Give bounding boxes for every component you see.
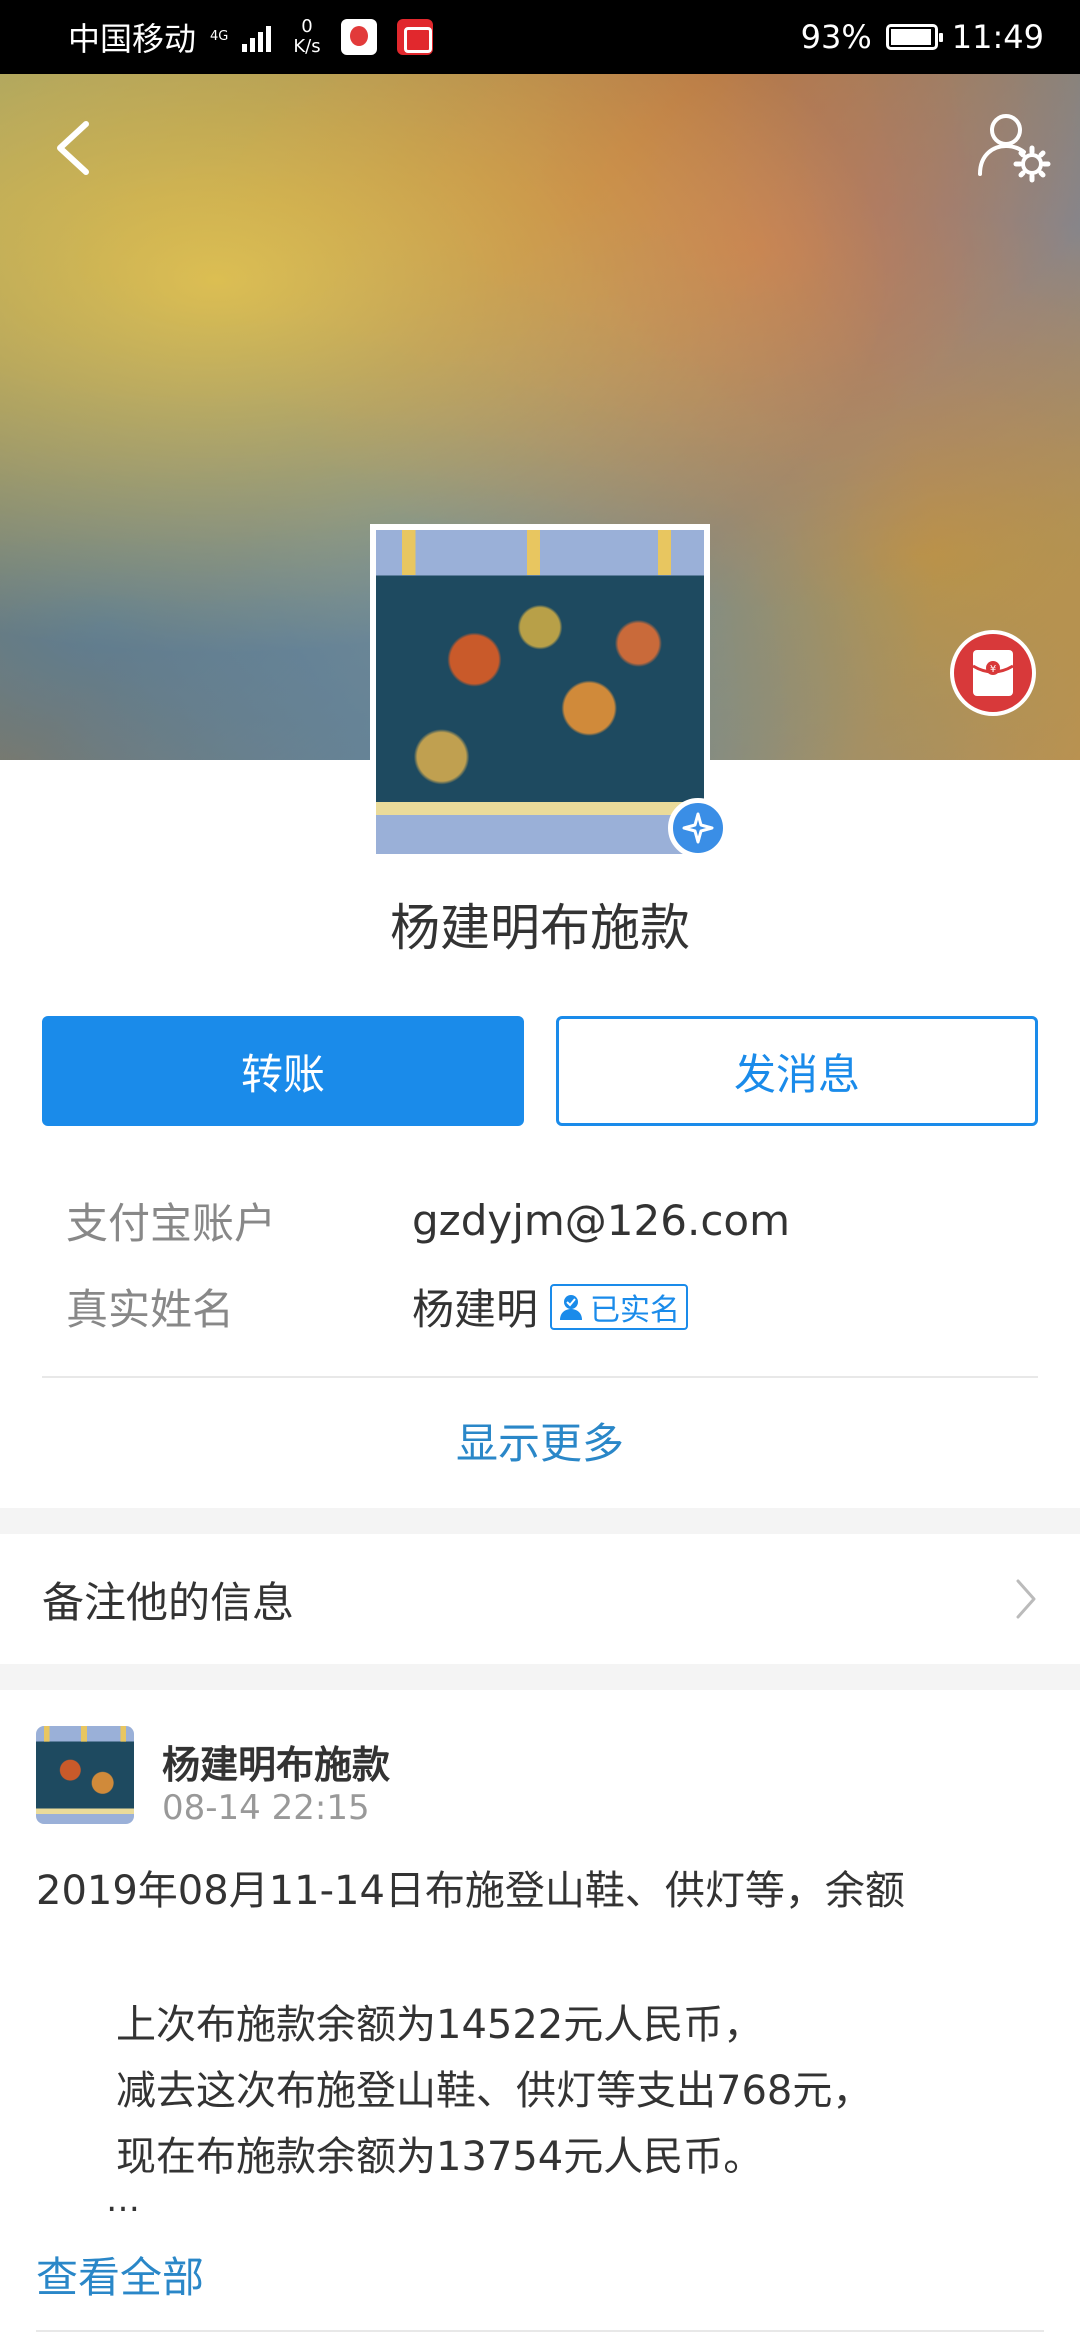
account-label: 支付宝账户 (66, 1199, 277, 1248)
profile-name: 杨建明布施款 (390, 899, 690, 957)
remark-info-row[interactable]: 备注他的信息 (0, 1534, 1080, 1664)
show-more-link[interactable]: 显示更多 (0, 1410, 1080, 1471)
clock: 11:49 (951, 18, 1044, 56)
network-type: 4G (210, 30, 228, 44)
verified-person-icon (560, 1294, 583, 1320)
account-row: 支付宝账户 gzdyjm@126.com (66, 1190, 1026, 1251)
user-settings-icon (978, 114, 1051, 183)
signal-icon (242, 22, 272, 52)
realname-label: 真实姓名 (66, 1285, 235, 1334)
post-divider (36, 2330, 1044, 2332)
chevron-left-icon (57, 121, 89, 175)
speed-unit: K/s (293, 36, 321, 57)
post-line: 减去这次布施登山鞋、供灯等支出768元， (116, 2068, 873, 2114)
transfer-button[interactable]: 转账 (42, 1016, 524, 1126)
status-bar: 中国移动 4G 0 K/s 93% 11:49 (0, 0, 1080, 74)
send-message-button[interactable]: 发消息 (556, 1016, 1038, 1126)
post-ellipsis: … (106, 2180, 140, 2220)
life-post-card[interactable]: 杨建明布施款 08-14 22:15 2019年08月11-14日布施登山鞋、供… (0, 1690, 1080, 2340)
battery-percent: 93% (800, 18, 872, 56)
status-left: 中国移动 4G 0 K/s (68, 14, 433, 60)
post-time: 08-14 22:15 (162, 1788, 370, 1828)
battery-icon (885, 24, 943, 50)
chevron-right-icon (1016, 1579, 1036, 1619)
post-body: 上次布施款余额为14522元人民币， 减去这次布施登山鞋、供灯等支出768元， … (116, 1992, 872, 2190)
realname-row: 真实姓名 杨建明 已实名 (66, 1276, 1026, 1337)
status-right: 93% 11:49 (801, 18, 1044, 56)
realname-value-wrap: 杨建明 已实名 (412, 1276, 689, 1337)
profile-settings-button[interactable] (976, 108, 1052, 184)
verified-tag: 已实名 (550, 1283, 689, 1330)
network-speed: 0 K/s (293, 17, 320, 57)
svg-text:¥: ¥ (990, 664, 996, 675)
verified-badge (668, 798, 728, 858)
network-type-label: 4G (210, 29, 229, 44)
verified-tag-label: 已实名 (590, 1292, 681, 1328)
back-button[interactable] (52, 120, 92, 176)
post-title: 2019年08月11-14日布施登山鞋、供灯等，余额 (36, 1868, 905, 1914)
remark-info-label: 备注他的信息 (42, 1577, 295, 1627)
account-value[interactable]: gzdyjm@126.com (412, 1196, 790, 1245)
view-all-link[interactable]: 查看全部 (36, 2244, 204, 2305)
post-line: 上次布施款余额为14522元人民币， (116, 2002, 764, 2048)
red-packet-icon: ¥ (972, 650, 1014, 696)
sparkle-icon (682, 812, 714, 844)
notification-bank-icon (396, 19, 433, 55)
divider (42, 1376, 1038, 1378)
notification-app-icon (340, 19, 377, 55)
post-author: 杨建明布施款 (162, 1743, 391, 1787)
avatar[interactable] (370, 524, 710, 860)
profile-card (0, 760, 1080, 1508)
speed-value: 0 (301, 16, 313, 37)
avatar-image (376, 530, 704, 854)
red-packet-button[interactable]: ¥ (950, 630, 1036, 716)
post-line: 现在布施款余额为13754元人民币。 (116, 2134, 764, 2180)
realname-value: 杨建明 (412, 1285, 539, 1334)
carrier-label: 中国移动 (68, 20, 197, 58)
post-author-avatar[interactable] (36, 1726, 134, 1824)
